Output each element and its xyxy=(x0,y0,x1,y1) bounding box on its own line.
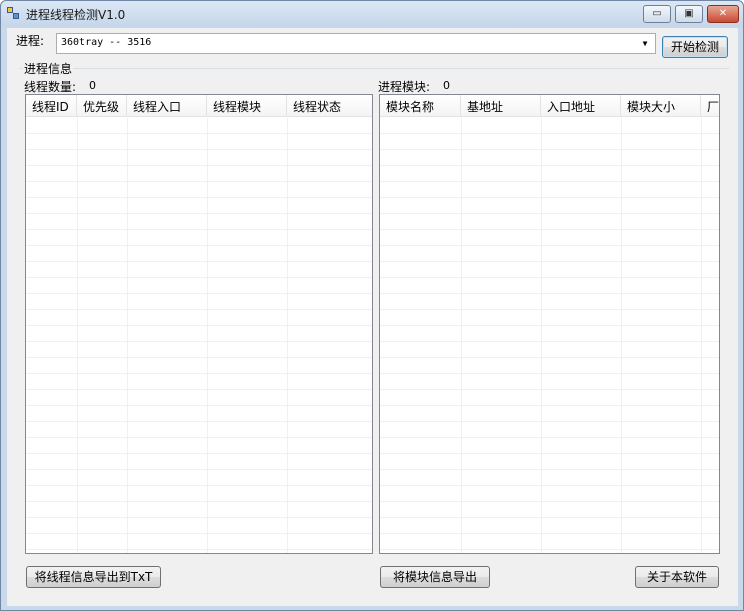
module-col-size[interactable]: 模块大小 xyxy=(621,95,701,117)
module-list[interactable]: 模块名称 基地址 入口地址 模块大小 厂 xyxy=(379,94,720,554)
process-select[interactable]: 360tray -- 3516 ▼ xyxy=(56,33,656,54)
start-detect-button[interactable]: 开始检测 xyxy=(662,36,728,58)
thread-col-status[interactable]: 线程状态 xyxy=(287,95,372,117)
group-title: 进程信息 xyxy=(23,60,74,77)
thread-count-value: 0 xyxy=(89,79,96,92)
maximize-icon[interactable]: ▣ xyxy=(675,5,703,23)
module-col-vendor[interactable]: 厂 xyxy=(701,95,719,117)
thread-col-entry[interactable]: 线程入口 xyxy=(127,95,207,117)
module-grid-line xyxy=(541,118,542,553)
module-grid-line xyxy=(621,118,622,553)
dropdown-arrow-icon[interactable]: ▼ xyxy=(638,34,652,53)
about-button[interactable]: 关于本软件 xyxy=(635,566,719,588)
close-icon[interactable]: ✕ xyxy=(707,5,739,23)
module-list-body xyxy=(380,118,719,553)
thread-col-id[interactable]: 线程ID xyxy=(26,95,77,117)
module-count-label: 进程模块: xyxy=(378,80,431,94)
title-bar[interactable]: 进程线程检测V1.0 ▭ ▣ ✕ xyxy=(1,1,743,27)
export-threads-button[interactable]: 将线程信息导出到TxT xyxy=(26,566,161,588)
export-modules-button[interactable]: 将模块信息导出 xyxy=(380,566,490,588)
thread-list-header: 线程ID 优先级 线程入口 线程模块 线程状态 xyxy=(26,95,372,117)
thread-grid-line xyxy=(77,118,78,553)
thread-grid-line xyxy=(207,118,208,553)
client-area: 进程: 360tray -- 3516 ▼ 开始检测 进程信息 线程数量: 0 … xyxy=(7,28,738,606)
thread-col-module[interactable]: 线程模块 xyxy=(207,95,287,117)
group-divider xyxy=(19,68,729,69)
main-window: 进程线程检测V1.0 ▭ ▣ ✕ 进程: 360tray -- 3516 ▼ 开… xyxy=(0,0,744,611)
thread-count-label: 线程数量: xyxy=(24,80,77,94)
window-title: 进程线程检测V1.0 xyxy=(26,8,126,22)
process-label: 进程: xyxy=(16,34,45,48)
module-list-header: 模块名称 基地址 入口地址 模块大小 厂 xyxy=(380,95,719,117)
thread-col-priority[interactable]: 优先级 xyxy=(77,95,127,117)
app-icon xyxy=(7,7,21,21)
module-grid-line xyxy=(701,118,702,553)
module-col-base[interactable]: 基地址 xyxy=(461,95,541,117)
minimize-icon[interactable]: ▭ xyxy=(643,5,671,23)
module-col-name[interactable]: 模块名称 xyxy=(380,95,461,117)
thread-list[interactable]: 线程ID 优先级 线程入口 线程模块 线程状态 xyxy=(25,94,373,554)
process-select-value: 360tray -- 3516 xyxy=(61,37,152,48)
thread-grid-line xyxy=(287,118,288,553)
module-col-entry[interactable]: 入口地址 xyxy=(541,95,621,117)
module-count-value: 0 xyxy=(443,79,450,92)
thread-grid-line xyxy=(127,118,128,553)
module-grid-line xyxy=(461,118,462,553)
